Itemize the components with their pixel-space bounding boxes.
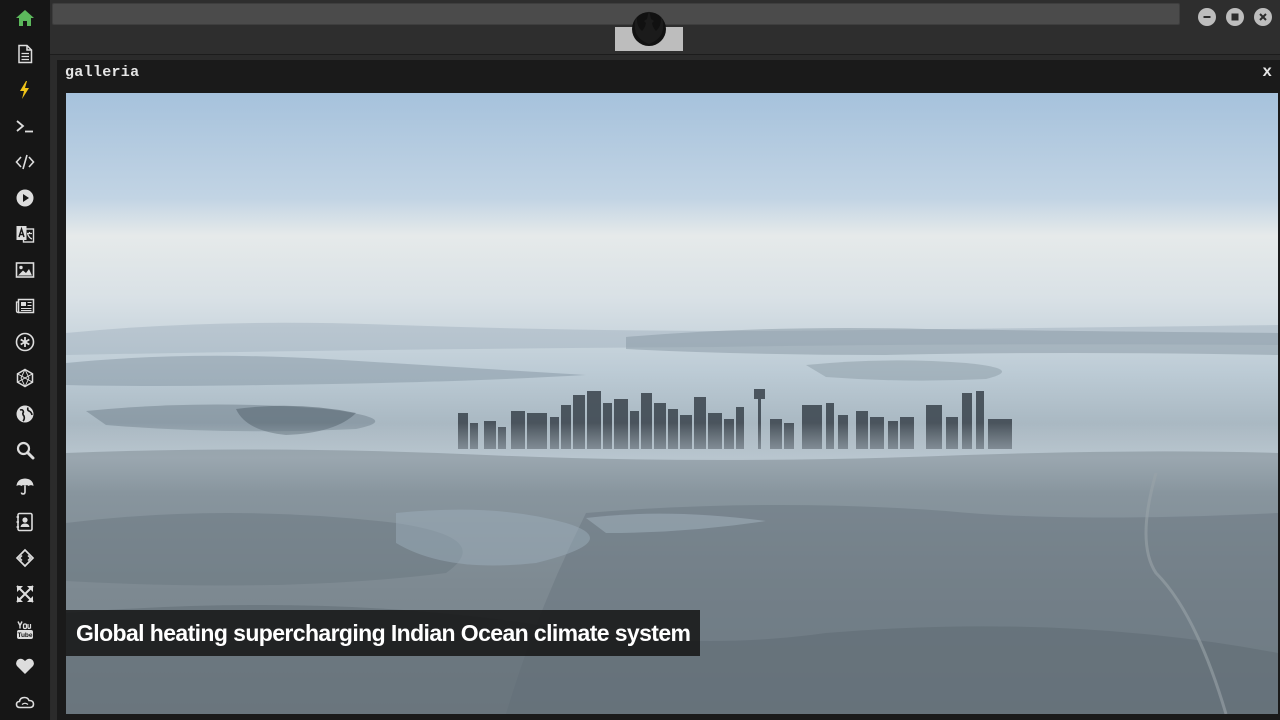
- sidebar-item-home[interactable]: [0, 0, 50, 36]
- contact-book-icon: [16, 512, 33, 532]
- sidebar-item-bolt[interactable]: [0, 72, 50, 108]
- maximize-button[interactable]: [1226, 8, 1244, 26]
- gallery-window: galleria x Global heating supercharging …: [57, 60, 1280, 720]
- sidebar-item-umbrella[interactable]: [0, 468, 50, 504]
- window-title: galleria: [65, 64, 140, 81]
- bolt-icon: [20, 81, 29, 99]
- close-icon: [1259, 13, 1267, 21]
- sidebar-item-heart[interactable]: [0, 648, 50, 684]
- home-icon: [16, 10, 34, 26]
- rebel-alliance-logo-icon: [632, 10, 666, 46]
- globe-icon: [16, 405, 34, 423]
- sidebar-item-cloud[interactable]: [0, 684, 50, 720]
- minimize-button[interactable]: [1198, 8, 1216, 26]
- sidebar-item-contacts[interactable]: [0, 504, 50, 540]
- cloud-icon: [15, 696, 35, 709]
- sidebar-item-newspaper[interactable]: [0, 288, 50, 324]
- terminal-icon: [16, 120, 33, 133]
- heart-icon: [16, 658, 34, 674]
- newspaper-icon: [15, 298, 35, 314]
- code-fork-icon: [15, 548, 35, 568]
- umbrella-icon: [16, 478, 34, 495]
- sidebar-item-asterisk[interactable]: [0, 324, 50, 360]
- sidebar-item-code[interactable]: [0, 144, 50, 180]
- sidebar-item-search[interactable]: [0, 432, 50, 468]
- caption-box: Global heating supercharging Indian Ocea…: [66, 610, 701, 656]
- sidebar-item-youtube[interactable]: Tube: [0, 612, 50, 648]
- svg-text:Tube: Tube: [17, 632, 32, 639]
- sidebar-item-document[interactable]: [0, 36, 50, 72]
- sidebar-item-translate[interactable]: [0, 216, 50, 252]
- top-bar: [50, 0, 1280, 55]
- sidebar: Tube: [0, 0, 51, 720]
- asterisk-icon: [15, 332, 35, 352]
- expand-icon: [16, 585, 34, 603]
- search-icon: [16, 441, 35, 460]
- document-icon: [18, 44, 33, 64]
- sidebar-item-terminal[interactable]: [0, 108, 50, 144]
- code-icon: [15, 154, 35, 170]
- minimize-icon: [1203, 16, 1211, 18]
- play-icon: [16, 189, 34, 207]
- close-window-button[interactable]: [1254, 8, 1272, 26]
- close-panel-button[interactable]: x: [1262, 63, 1272, 81]
- hexagon-icon: [16, 368, 34, 388]
- image-icon: [15, 262, 35, 278]
- image-caption: Global heating supercharging Indian Ocea…: [76, 619, 691, 646]
- sidebar-item-expand[interactable]: [0, 576, 50, 612]
- sidebar-item-image[interactable]: [0, 252, 50, 288]
- sidebar-item-hexagon[interactable]: [0, 360, 50, 396]
- address-bar[interactable]: [52, 3, 1180, 25]
- sidebar-item-globe[interactable]: [0, 396, 50, 432]
- sidebar-item-play[interactable]: [0, 180, 50, 216]
- sidebar-item-code-fork[interactable]: [0, 540, 50, 576]
- translate-icon: [16, 226, 35, 243]
- maximize-icon: [1231, 13, 1239, 21]
- youtube-icon: Tube: [17, 621, 33, 639]
